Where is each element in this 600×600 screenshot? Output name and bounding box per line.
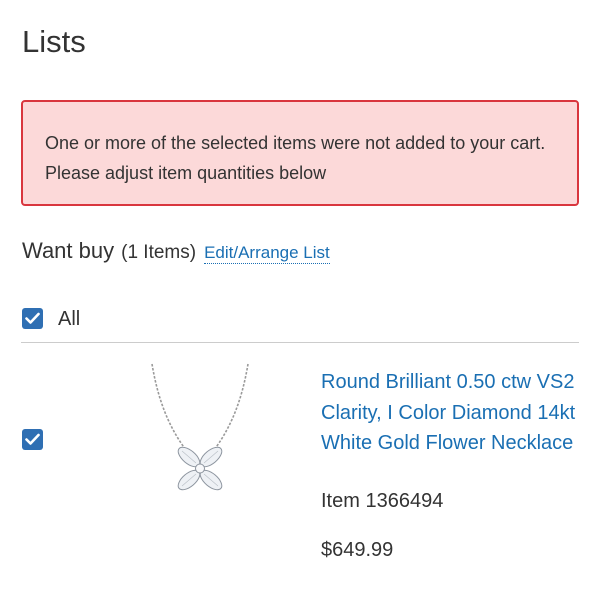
product-image[interactable] xyxy=(140,360,260,515)
page-title: Lists xyxy=(22,24,86,59)
list-header: Want buy (1 Items) Edit/Arrange List xyxy=(22,238,330,264)
select-all-label: All xyxy=(58,308,81,330)
item-price: $649.99 xyxy=(321,539,394,561)
divider xyxy=(21,342,579,343)
list-item-count: (1 Items) xyxy=(121,242,197,263)
select-all-checkbox[interactable] xyxy=(22,308,43,329)
product-title-link[interactable]: Round Brilliant 0.50 ctw VS2 Clarity, I … xyxy=(321,367,586,459)
checkmark-icon xyxy=(25,312,40,324)
item-checkbox[interactable] xyxy=(22,429,43,450)
edit-arrange-list-link[interactable]: Edit/Arrange List xyxy=(204,243,330,264)
error-alert: One or more of the selected items were n… xyxy=(21,100,579,206)
alert-message: One or more of the selected items were n… xyxy=(45,133,546,183)
checkmark-icon xyxy=(25,433,40,445)
necklace-icon xyxy=(151,363,249,491)
list-name: Want buy xyxy=(22,238,115,263)
item-number: Item 1366494 xyxy=(321,490,444,512)
